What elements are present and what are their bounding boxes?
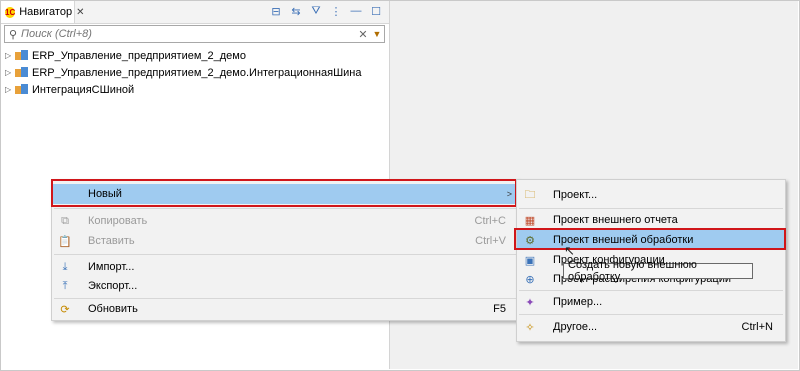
refresh-icon: ⟳ — [60, 303, 70, 316]
menu-item-paste[interactable]: 📋 Вставить Ctrl+V — [52, 231, 518, 251]
menu-item-copy[interactable]: ⧉ Копировать Ctrl+C — [52, 211, 518, 231]
1c-logo-icon: 1С — [5, 6, 16, 18]
menu-item-export[interactable]: ⤒ Экспорт... — [52, 276, 518, 296]
navigator-tabbar: 1С Навигатор ✕ ⊟ ⇆ ⛛ ⋮ — ☐ — [1, 1, 389, 24]
menu-separator — [519, 208, 783, 209]
submenu-item-external-report[interactable]: ▦ Проект внешнего отчета — [517, 210, 785, 230]
collapse-all-icon[interactable]: ⊟ — [269, 4, 283, 18]
copy-icon: ⧉ — [61, 214, 69, 227]
navigator-toolbar: ⊟ ⇆ ⛛ ⋮ — ☐ — [269, 4, 383, 18]
menu-separator — [519, 314, 783, 315]
mouse-cursor-icon: ↖ — [564, 243, 575, 258]
highlight-frame-new — [51, 179, 517, 207]
example-icon: ✦ — [525, 296, 535, 309]
configuration-icon — [15, 49, 29, 62]
navigator-tree: ▷ ERP_Управление_предприятием_2_демо ▷ E… — [5, 47, 362, 98]
external-report-icon: ▦ — [524, 214, 536, 227]
navigator-tab-title: Навигатор — [19, 6, 73, 18]
navigator-tab[interactable]: 1С Навигатор ✕ — [1, 1, 84, 23]
search-options-dropdown-icon[interactable]: ▼ — [370, 29, 384, 39]
configuration-icon — [15, 83, 29, 96]
search-icon: ⚲ — [8, 28, 18, 41]
expand-arrow-icon[interactable]: ▷ — [5, 68, 15, 77]
close-tab-icon[interactable]: ✕ — [76, 7, 84, 18]
other-wizard-icon: ✧ — [525, 321, 535, 334]
expand-arrow-icon[interactable]: ▷ — [5, 85, 15, 94]
menu-item-refresh[interactable]: ⟳ Обновить F5 — [52, 299, 518, 319]
expand-arrow-icon[interactable]: ▷ — [5, 51, 15, 60]
new-project-icon: 🗀 — [524, 188, 536, 201]
submenu-item-example[interactable]: ✦ Пример... — [517, 292, 785, 312]
menu-item-import[interactable]: ⤓ Импорт... — [52, 257, 518, 277]
paste-icon: 📋 — [58, 235, 72, 248]
minimize-icon[interactable]: — — [349, 4, 363, 18]
tree-item-label: ERP_Управление_предприятием_2_демо — [32, 49, 246, 62]
tree-item[interactable]: ▷ ИнтеграцияСШиной — [5, 81, 362, 98]
maximize-icon[interactable]: ☐ — [369, 4, 383, 18]
link-with-editor-icon[interactable]: ⇆ — [289, 4, 303, 18]
menu-separator — [54, 254, 516, 255]
import-icon: ⤓ — [62, 260, 68, 273]
export-icon: ⤒ — [62, 279, 68, 292]
submenu-item-project[interactable]: 🗀 Проект... — [517, 185, 785, 205]
tree-item[interactable]: ▷ ERP_Управление_предприятием_2_демо — [5, 47, 362, 64]
highlight-frame-external-processing — [514, 228, 786, 250]
configuration-project-icon: ▣ — [524, 254, 536, 267]
view-menu-icon[interactable]: ⋮ — [329, 4, 343, 18]
configuration-icon — [15, 66, 29, 79]
tree-item-label: ERP_Управление_предприятием_2_демо.Интег… — [32, 66, 362, 79]
clear-search-icon[interactable]: ✕ — [356, 28, 370, 41]
tooltip: Создать новую внешнюю обработку — [563, 259, 753, 283]
filter-icon[interactable]: ⛛ — [309, 4, 323, 18]
tree-item[interactable]: ▷ ERP_Управление_предприятием_2_демо.Инт… — [5, 64, 362, 81]
menu-separator — [54, 208, 516, 209]
menu-separator — [519, 290, 783, 291]
extension-project-icon: ⊕ — [525, 273, 535, 286]
submenu-item-other[interactable]: ✧ Другое... Ctrl+N — [517, 317, 785, 337]
search-box: ⚲ ✕ ▼ — [4, 25, 385, 43]
tree-item-label: ИнтеграцияСШиной — [32, 83, 135, 96]
search-input[interactable] — [21, 28, 356, 40]
